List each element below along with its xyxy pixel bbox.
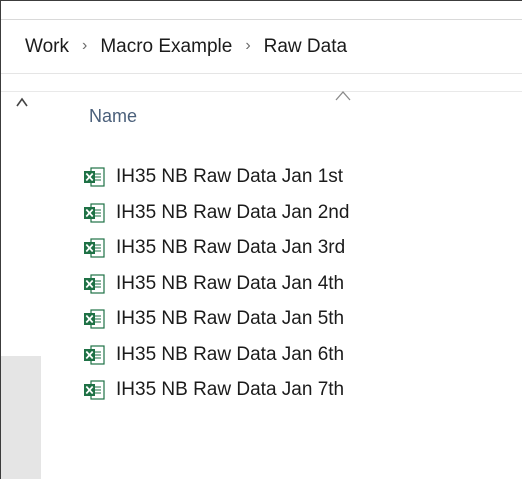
file-row[interactable]: IH35 NB Raw Data Jan 5th [83,302,349,336]
scrollbar-thumb[interactable] [1,356,41,479]
file-name: IH35 NB Raw Data Jan 2nd [116,201,350,223]
column-header-name[interactable]: Name [89,106,137,127]
file-row[interactable]: IH35 NB Raw Data Jan 4th [83,267,349,301]
file-explorer-window: Work › Macro Example › Raw Data Name IH3… [0,0,522,479]
file-name: IH35 NB Raw Data Jan 1st [116,166,344,187]
toolbar-gap [1,75,522,92]
chevron-right-icon[interactable]: › [82,37,87,55]
file-row[interactable]: IH35 NB Raw Data Jan 1st [83,160,349,194]
navigation-pane[interactable] [1,92,41,479]
excel-file-icon [84,344,105,365]
excel-file-icon [84,273,105,294]
file-list: IH35 NB Raw Data Jan 1st IH35 NB Raw Dat… [83,160,349,409]
breadcrumb-item-raw-data[interactable]: Raw Data [264,36,347,58]
file-name: IH35 NB Raw Data Jan 4th [116,272,345,294]
excel-file-icon [84,309,105,329]
excel-file-icon [84,238,105,258]
file-list-pane: Name IH35 NB Raw Data Jan 1st IH35 NB Ra… [42,91,522,479]
breadcrumb-item-work[interactable]: Work [25,36,69,58]
file-row[interactable]: IH35 NB Raw Data Jan 6th [83,338,349,372]
excel-file-icon [84,167,105,187]
file-row[interactable]: IH35 NB Raw Data Jan 2nd [83,196,349,230]
file-name: IH35 NB Raw Data Jan 3rd [116,237,346,258]
file-name: IH35 NB Raw Data Jan 5th [116,308,345,329]
file-row[interactable]: IH35 NB Raw Data Jan 3rd [83,231,349,265]
breadcrumb[interactable]: Work › Macro Example › Raw Data [1,20,522,74]
file-name: IH35 NB Raw Data Jan 6th [116,343,345,365]
scroll-up-arrow-icon[interactable] [15,96,29,108]
excel-file-icon [84,202,105,223]
file-name: IH35 NB Raw Data Jan 7th [116,379,345,400]
ribbon-edge [1,1,522,20]
sort-ascending-icon [335,91,351,101]
chevron-right-icon[interactable]: › [245,37,250,55]
excel-file-icon [84,380,105,400]
file-row[interactable]: IH35 NB Raw Data Jan 7th [83,373,349,407]
breadcrumb-item-macro-example[interactable]: Macro Example [100,36,232,58]
